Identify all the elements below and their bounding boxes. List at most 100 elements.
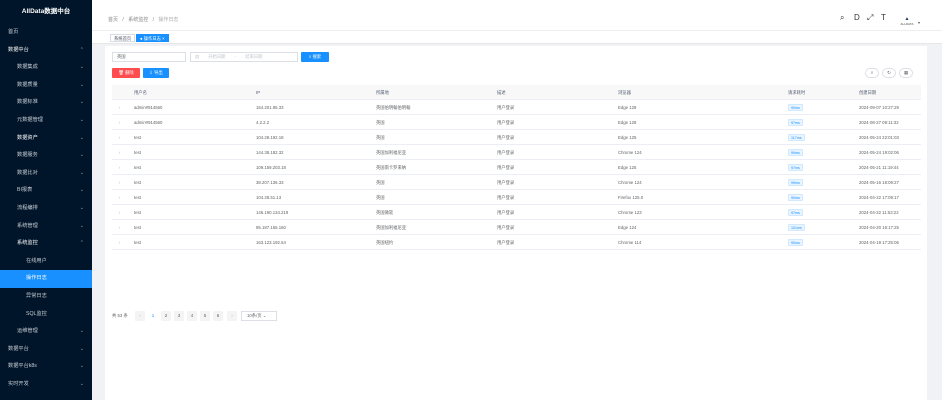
tag-operation-log[interactable]: ● 操作日志 × xyxy=(136,34,169,42)
columns-button[interactable]: ▦ xyxy=(899,68,913,78)
tag-home[interactable]: 系统首页 xyxy=(110,34,136,42)
pagination-page-button[interactable]: 2 xyxy=(161,311,171,321)
sidebar-item-label: 数据质量 xyxy=(17,81,38,88)
delete-button[interactable]: 🗑 删除 xyxy=(112,68,140,78)
expand-row-chevron-icon[interactable]: › xyxy=(119,175,120,190)
chevron-down-icon: ⌄ xyxy=(79,152,84,159)
search-button[interactable]: ⌕ 搜索 xyxy=(301,52,329,62)
cell-ip: 104.28.51.13 xyxy=(256,195,282,200)
sidebar-item[interactable]: 数据标准 ⌄ xyxy=(0,94,92,112)
cell-user: admin#914560 xyxy=(134,120,163,125)
cell-user: test xyxy=(134,165,141,170)
breadcrumb-home[interactable]: 首页 xyxy=(108,17,118,23)
sidebar-item[interactable]: 操作日志 xyxy=(0,270,92,288)
column-header-created: 创建日期 xyxy=(859,90,877,95)
chevron-down-icon: ⌄ xyxy=(79,187,84,194)
document-icon[interactable]: D xyxy=(854,13,860,23)
cell-ip: 109.159.203.18 xyxy=(256,165,286,170)
sidebar-item[interactable]: 数据资产 ⌄ xyxy=(0,130,92,148)
pagination-page-button[interactable]: 3 xyxy=(174,311,184,321)
expand-row-chevron-icon[interactable]: › xyxy=(119,190,120,205)
pagination-prev-button[interactable]: ‹ xyxy=(135,311,145,321)
caret-down-icon[interactable]: ▾ xyxy=(918,20,920,25)
sidebar-item[interactable]: BI报表 ⌄ xyxy=(0,182,92,200)
expand-row-chevron-icon[interactable]: › xyxy=(119,235,120,250)
breadcrumb-current: 操作日志 xyxy=(158,17,179,23)
app-logo-title[interactable]: AllData数据中台 xyxy=(0,0,92,24)
sidebar-item-label: 数据中台 xyxy=(8,46,29,53)
expand-row-chevron-icon[interactable]: › xyxy=(119,205,120,220)
search-icon[interactable]: ⌕ xyxy=(840,13,844,23)
expand-row-chevron-icon[interactable]: › xyxy=(119,130,120,145)
table-row[interactable]: › test 104.28.192.18 英国 用户登录 Edge 125 117ms 202… xyxy=(112,130,921,145)
expand-row-chevron-icon[interactable]: › xyxy=(119,220,120,235)
table-row[interactable]: › admin#914560 154.201.95.33 英国伯明翰伯明翰 用户登录 Ed… xyxy=(112,100,921,115)
sidebar-item[interactable]: 数据比对 ⌄ xyxy=(0,165,92,183)
sidebar-item[interactable]: 运维管理 ⌄ xyxy=(0,323,92,341)
main-area: 首页 / 系统监控 / 操作日志 ⌕ D ⤢ T ▲ ALLDATA ▾ 系统首… xyxy=(92,0,942,400)
sidebar-item[interactable]: 在线用户 xyxy=(0,253,92,271)
sidebar-item[interactable]: 数据服务 ⌄ xyxy=(0,147,92,165)
sidebar-item-label: BI报表 xyxy=(17,187,33,194)
cell-user: test xyxy=(134,135,141,140)
table-row[interactable]: › test 109.159.203.18 英国南卡罗来纳 用户登录 Edge 125 97… xyxy=(112,160,921,175)
sidebar-item[interactable]: 系统监控 ⌃ xyxy=(0,235,92,253)
fullscreen-icon[interactable]: ⤢ xyxy=(867,13,873,23)
cell-ip: 163.123.192.54 xyxy=(256,240,286,245)
table-row[interactable]: › test 104.28.51.13 英国 用户登录 Firefox 125.0 90ms… xyxy=(112,190,921,205)
sidebar-item[interactable]: 首页 xyxy=(0,24,92,42)
sidebar-item[interactable]: 数据中台 ⌃ xyxy=(0,42,92,60)
expand-row-chevron-icon[interactable]: › xyxy=(119,115,120,130)
page-size-select[interactable]: 10条/页 ⌄ xyxy=(241,311,277,321)
duration-badge: 97ms xyxy=(788,119,803,127)
sidebar-item-label: 数据平台 xyxy=(8,345,29,352)
breadcrumb-system-monitor[interactable]: 系统监控 xyxy=(128,17,148,23)
keyword-search-input[interactable]: 英国 xyxy=(112,52,186,62)
cell-browser: Edge 125 xyxy=(618,165,637,170)
cell-ip: 144.38.182.32 xyxy=(256,150,284,155)
duration-badge: 90ms xyxy=(788,239,803,247)
sidebar-item[interactable]: SQL监控 xyxy=(0,306,92,324)
cell-user: test xyxy=(134,150,141,155)
date-range-picker[interactable]: ▤ 开始日期 - 结束日期 xyxy=(190,52,298,62)
expand-row-chevron-icon[interactable]: › xyxy=(119,145,120,160)
column-header-ip: IP xyxy=(256,90,261,95)
pagination-next-button[interactable]: › xyxy=(227,311,237,321)
table-row[interactable]: › test 163.123.192.54 英国纽约 用户登录 Chrome 114 90m… xyxy=(112,235,921,250)
sidebar-item-label: 系统监控 xyxy=(17,240,38,247)
pagination-page-button[interactable]: 5 xyxy=(200,311,210,321)
pagination-page-button[interactable]: 4 xyxy=(187,311,197,321)
table-row[interactable]: › test 144.38.182.32 英国加利福尼亚 用户登录 Chrome 124 9… xyxy=(112,145,921,160)
cell-location: 英国加利福尼亚 xyxy=(376,150,407,155)
table-row[interactable]: › test 95.187.165.160 英国加利福尼亚 用户登录 Edge 124 10… xyxy=(112,220,921,235)
cell-created-date: 2024-05-16 18:09:27 xyxy=(859,180,899,185)
sidebar-item[interactable]: 系统管理 ⌄ xyxy=(0,218,92,236)
column-header-duration: 请求耗时 xyxy=(788,90,806,95)
cell-user: test xyxy=(134,210,141,215)
cell-description: 用户登录 xyxy=(497,210,515,215)
sidebar-item[interactable]: 数据平台k8s ⌄ xyxy=(0,358,92,376)
table-row[interactable]: › test 146.190.134.219 英国微软 用户登录 Chrome 123 97… xyxy=(112,205,921,220)
expand-row-chevron-icon[interactable]: › xyxy=(119,160,120,175)
pagination-page-button[interactable]: 1 xyxy=(148,311,158,321)
cell-created-date: 2024-04-19 17:25:06 xyxy=(859,240,899,245)
sidebar-item[interactable]: 元数据管理 ⌄ xyxy=(0,112,92,130)
expand-row-chevron-icon[interactable]: › xyxy=(119,100,120,115)
sidebar-item[interactable]: 数据平台 ⌄ xyxy=(0,341,92,359)
tags-view-bar: 系统首页 ● 操作日志 × xyxy=(92,30,942,44)
sidebar-item[interactable]: 异常日志 xyxy=(0,288,92,306)
table-row[interactable]: › admin#914560 4.2.2.2 英国 用户登录 Edge 128 97ms 20… xyxy=(112,115,921,130)
font-size-icon[interactable]: T xyxy=(881,13,886,23)
sidebar-item[interactable]: 数据集成 ⌄ xyxy=(0,59,92,77)
sidebar: AllData数据中台 首页 数据中台 ⌃ 数据集成 ⌄ 数据质量 ⌄ 数据标准 ⌄ 元数据管理 ⌄… xyxy=(0,0,92,400)
pagination-page-button[interactable]: 6 xyxy=(213,311,223,321)
export-button[interactable]: ⇩ 导出 xyxy=(143,68,169,78)
table-row[interactable]: › test 38.207.136.33 英国 用户登录 Chrome 124 99ms 20… xyxy=(112,175,921,190)
toggle-search-button[interactable]: ⌕ xyxy=(865,68,879,78)
avatar[interactable]: ▲ ALLDATA xyxy=(900,16,914,26)
sidebar-item[interactable]: 数据质量 ⌄ xyxy=(0,77,92,95)
refresh-button[interactable]: ↻ xyxy=(882,68,896,78)
sidebar-item[interactable]: 流程编排 ⌄ xyxy=(0,200,92,218)
cell-duration: 97ms xyxy=(788,115,858,130)
sidebar-item[interactable]: 实时开发 ⌄ xyxy=(0,376,92,394)
